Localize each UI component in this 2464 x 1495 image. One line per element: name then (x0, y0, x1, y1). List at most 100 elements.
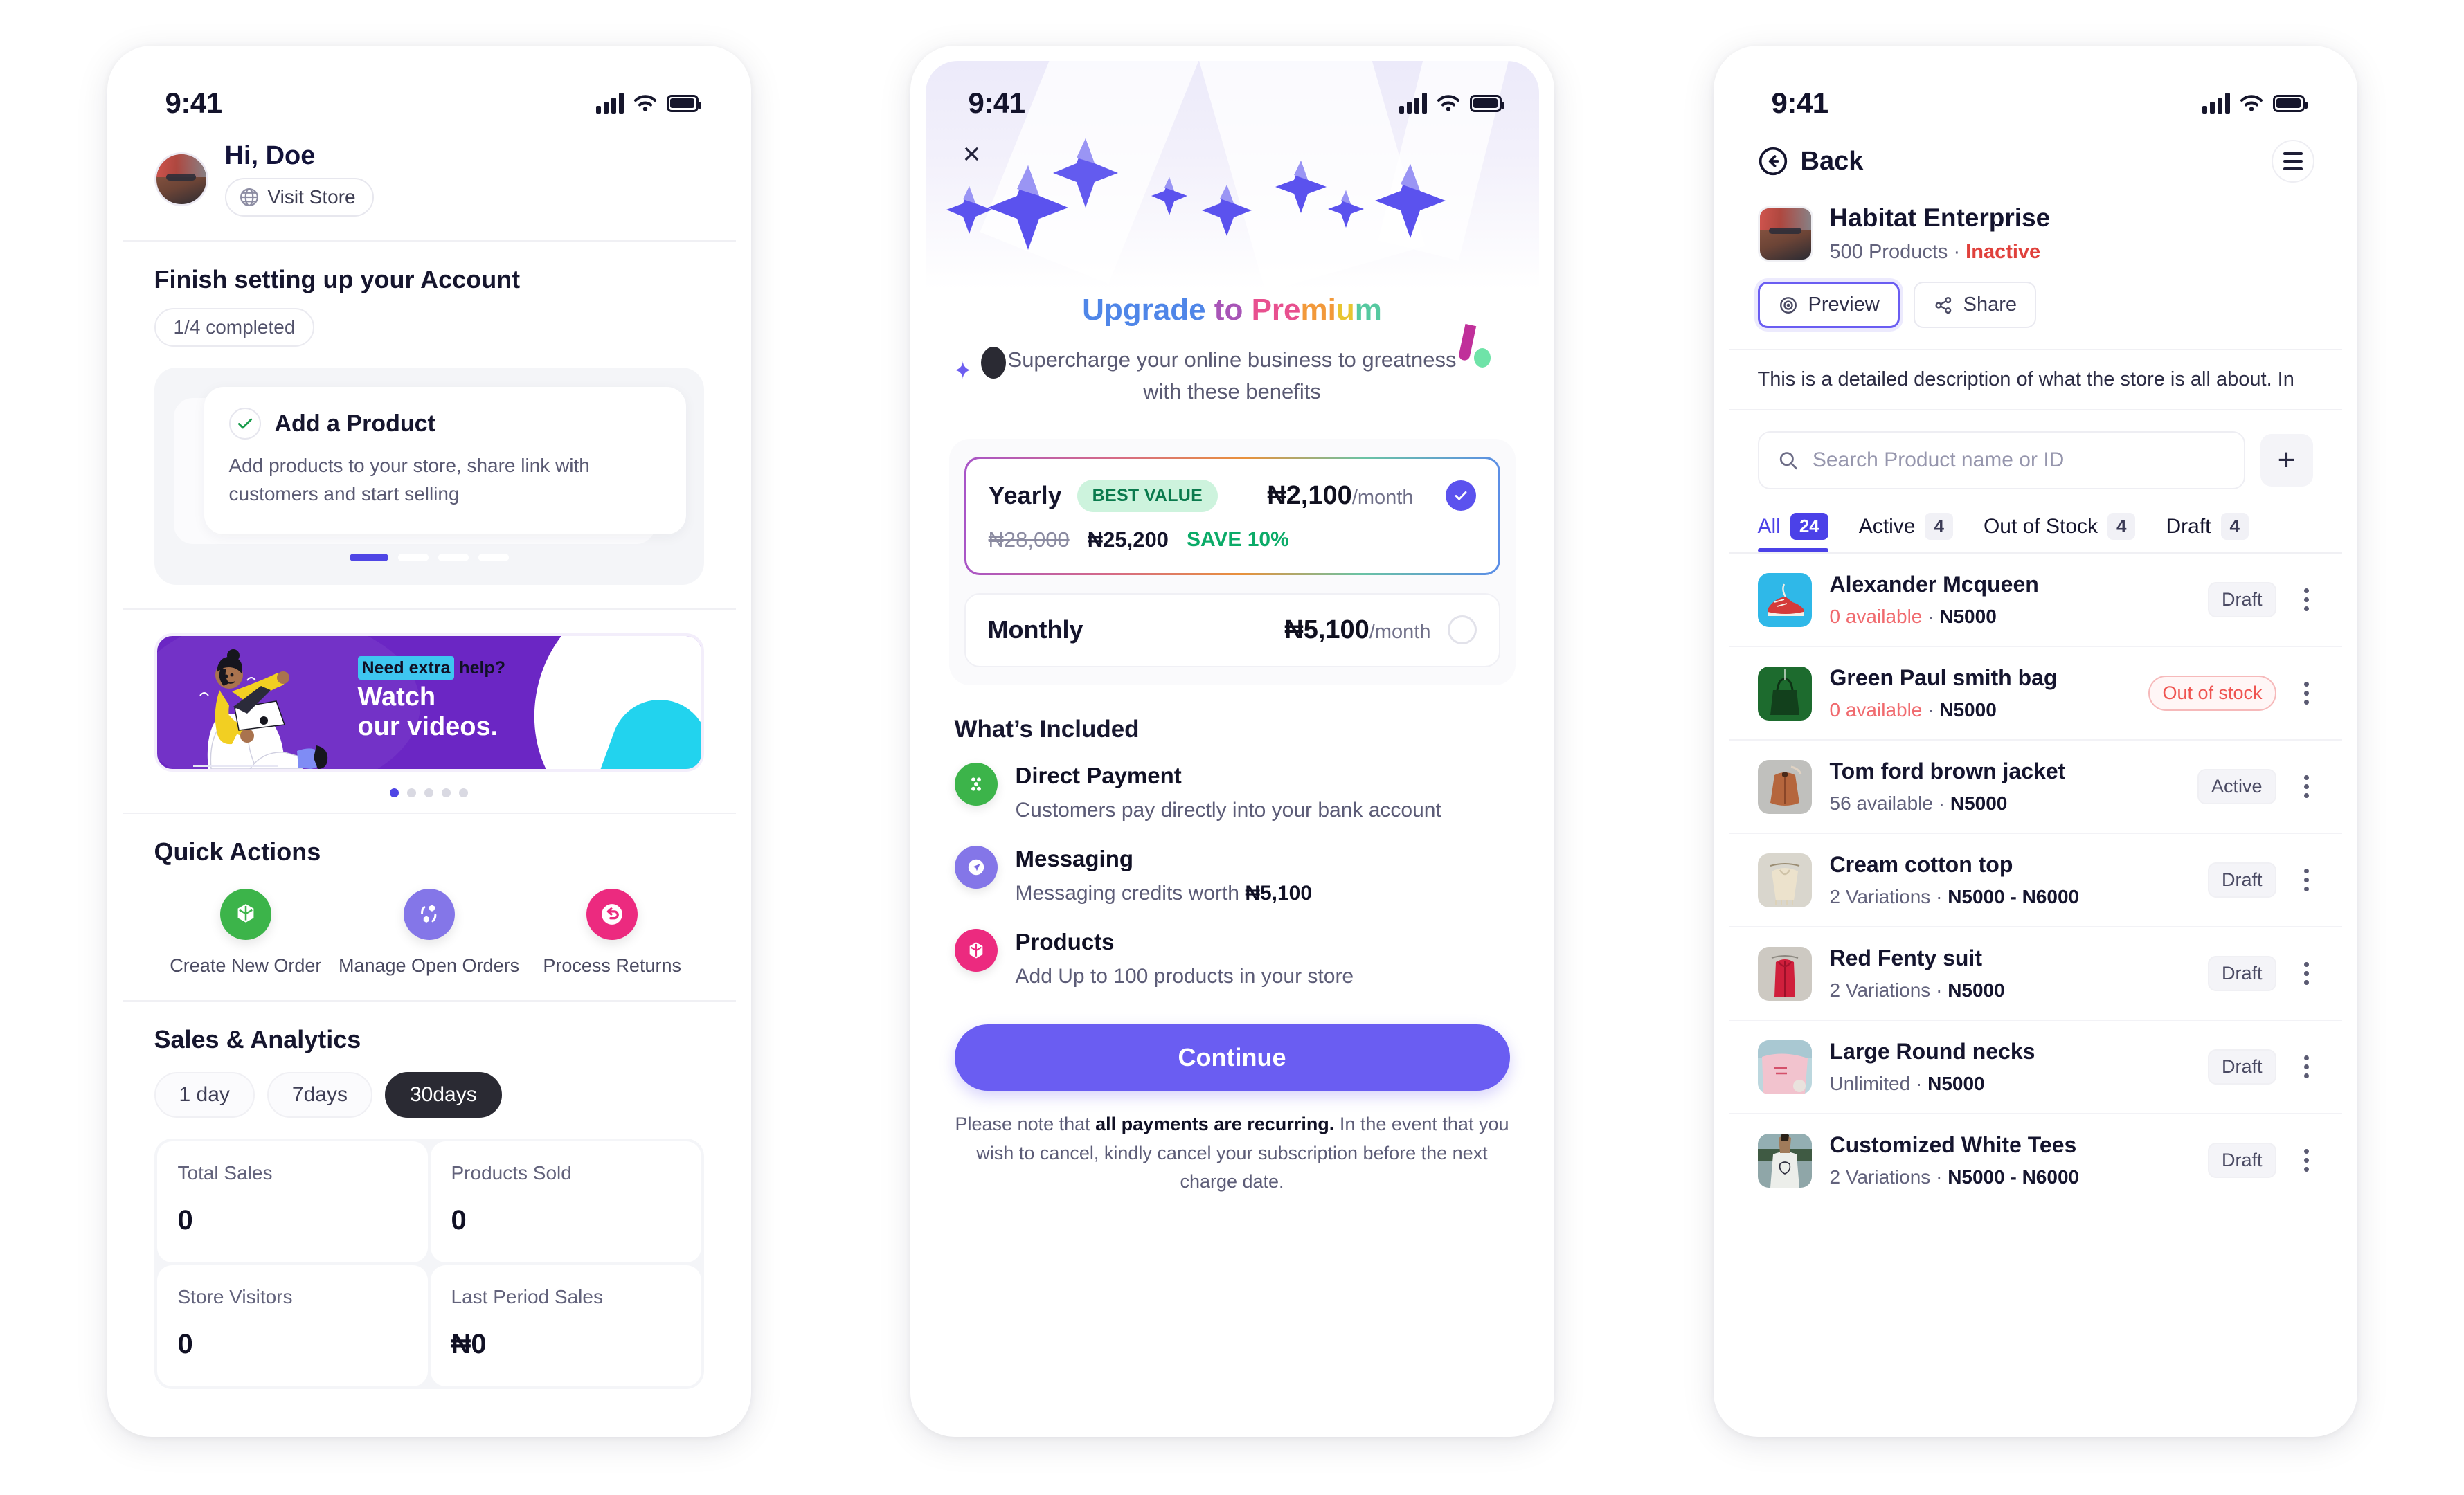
watch-videos-banner[interactable]: Need extra help? Watch our videos. (154, 633, 704, 772)
tab-out-of-stock[interactable]: Out of Stock 4 (1984, 513, 2136, 552)
page-title: Hi, Doe (224, 141, 316, 170)
store-actions: Preview Share (1728, 264, 2342, 350)
search-icon (1779, 452, 1797, 470)
tab-all[interactable]: All 24 (1757, 513, 1829, 552)
status-bar: 9:41 (926, 61, 1539, 127)
status-time: 9:41 (165, 87, 223, 119)
store-logo (1757, 206, 1813, 262)
more-options-icon[interactable] (2294, 1143, 2319, 1177)
banner-pager[interactable] (154, 788, 704, 798)
red-suit-photo (1771, 954, 1798, 997)
quick-action-process-returns[interactable]: Process Returns (521, 889, 704, 977)
tab-active[interactable]: Active 4 (1859, 513, 1953, 552)
navigation-bar: Back (1729, 127, 2342, 183)
help-banner-section: Need extra help? Watch our videos. (122, 610, 736, 815)
tab-label: Draft (2166, 514, 2211, 538)
product-price: N5000 (1927, 1073, 1985, 1094)
product-list: Alexander Mcqueen 0 available · N5000 Dr… (1728, 552, 2342, 1206)
product-name: Cream cotton top (1829, 852, 2013, 877)
close-icon[interactable]: × (953, 136, 991, 173)
status-bar: 9:41 (123, 61, 736, 127)
table-row[interactable]: Tom ford brown jacket 56 available · N50… (1728, 741, 2342, 834)
stat-value: 0 (451, 1205, 467, 1236)
search-container[interactable] (1757, 431, 2245, 489)
more-options-icon[interactable] (2294, 770, 2319, 804)
account-setup-section: Finish setting up your Account 1/4 compl… (122, 242, 736, 610)
banner-text: Need extra help? Watch our videos. (357, 656, 505, 741)
premium-hero: 9:41 × (925, 61, 1539, 289)
quick-action-label: Create New Order (170, 955, 322, 977)
share-label: Share (1963, 293, 2017, 316)
more-options-icon[interactable] (2294, 1050, 2319, 1084)
table-row[interactable]: Cream cotton top 2 Variations · N5000 - … (1728, 834, 2342, 927)
status-icons (1399, 93, 1504, 114)
carousel-pager[interactable] (172, 554, 686, 562)
tab-draft[interactable]: Draft 4 (2166, 513, 2249, 552)
status-time: 9:41 (1771, 87, 1829, 119)
store-meta-separator: · (1948, 241, 1966, 263)
plan-save-label: SAVE 10% (1186, 527, 1289, 551)
more-options-icon[interactable] (2294, 676, 2319, 710)
product-filter-tabs: All 24 Active 4 Out of Stock 4 Draft 4 (1729, 489, 2342, 552)
title-part: m (1354, 293, 1382, 327)
plan-radio-unselected[interactable] (1447, 615, 1477, 645)
product-meta: 2 Variations · N5000 - N6000 (1829, 886, 2080, 907)
title-part: Upgrade (1082, 293, 1206, 327)
product-meta: 2 Variations · N5000 - N6000 (1829, 1166, 2080, 1188)
fine-print-pre: Please note that (955, 1113, 1096, 1134)
store-meta: 500 Products · Inactive (1830, 241, 2051, 264)
search-input[interactable] (1812, 448, 2226, 472)
table-row[interactable]: Green Paul smith bag 0 available · N5000… (1728, 647, 2342, 741)
table-row[interactable]: Large Round necks Unlimited · N5000 Draf… (1728, 1021, 2342, 1114)
date-range-selector[interactable]: 1 day 7days 30days (154, 1072, 704, 1118)
status-time: 9:41 (968, 87, 1026, 119)
plan-price: ₦2,100 (1267, 480, 1352, 510)
signal-bars-icon (2202, 93, 2230, 114)
globe-icon (240, 188, 258, 206)
stat-value: 0 (177, 1205, 193, 1236)
best-value-badge: BEST VALUE (1077, 479, 1218, 512)
quick-action-manage-open-orders[interactable]: Manage Open Orders (337, 889, 521, 977)
plan-radio-selected[interactable] (1445, 480, 1476, 511)
range-1day[interactable]: 1 day (154, 1072, 255, 1118)
title-part: Pre (1251, 293, 1301, 327)
green-bag-photo (1770, 669, 1799, 715)
preview-button[interactable]: Preview (1757, 282, 1900, 328)
add-product-button[interactable]: + (2260, 434, 2313, 487)
more-options-icon[interactable] (2294, 957, 2319, 990)
benefits-list: Direct Payment Customers pay directly in… (954, 762, 1510, 988)
battery-icon (1469, 94, 1504, 112)
store-name: Habitat Enterprise (1829, 203, 2051, 232)
visit-store-button[interactable]: Visit Store (224, 178, 374, 217)
premium-subtitle: ✦ Supercharge your online business to gr… (953, 323, 1491, 408)
product-thumbnail (1757, 572, 1812, 627)
onboarding-card[interactable]: Add a Product Add products to your store… (204, 387, 686, 535)
store-summary: Habitat Enterprise 500 Products · Inacti… (1729, 183, 2342, 264)
hamburger-menu-icon[interactable] (2271, 140, 2314, 183)
more-options-icon[interactable] (2294, 583, 2319, 617)
avatar[interactable] (154, 152, 208, 206)
back-button[interactable]: Back (1758, 146, 1863, 176)
status-badge: Draft (2207, 1143, 2276, 1178)
plan-old-price: ₦28,000 (988, 527, 1070, 552)
sales-analytics-section: Sales & Analytics 1 day 7days 30days Tot… (123, 1002, 736, 1413)
more-options-icon[interactable] (2294, 863, 2319, 897)
share-button[interactable]: Share (1913, 282, 2037, 328)
product-meta: 2 Variations · N5000 (1829, 979, 2005, 1001)
plan-monthly[interactable]: Monthly ₦5,100/month (964, 592, 1500, 667)
continue-button[interactable]: Continue (954, 1024, 1510, 1091)
store-products-count: 500 Products (1829, 241, 1948, 263)
table-row[interactable]: Alexander Mcqueen 0 available · N5000 Dr… (1728, 554, 2342, 647)
range-7days[interactable]: 7days (267, 1072, 372, 1118)
table-row[interactable]: Red Fenty suit 2 Variations · N5000 Draf… (1728, 927, 2342, 1021)
banner-headline-2: our videos. (357, 712, 498, 741)
status-badge: Draft (2207, 1049, 2276, 1085)
range-30days[interactable]: 30days (384, 1072, 502, 1118)
quick-action-create-new-order[interactable]: Create New Order (154, 889, 338, 977)
plan-yearly[interactable]: Yearly BEST VALUE ₦2,100/month ₦28,000 ₦… (964, 457, 1500, 575)
messaging-send-icon (954, 845, 998, 889)
table-row[interactable]: Customized White Tees 2 Variations · N50… (1729, 1114, 2342, 1206)
battery-icon (666, 94, 701, 112)
tab-count: 4 (2107, 513, 2136, 540)
tab-label: All (1757, 514, 1781, 538)
